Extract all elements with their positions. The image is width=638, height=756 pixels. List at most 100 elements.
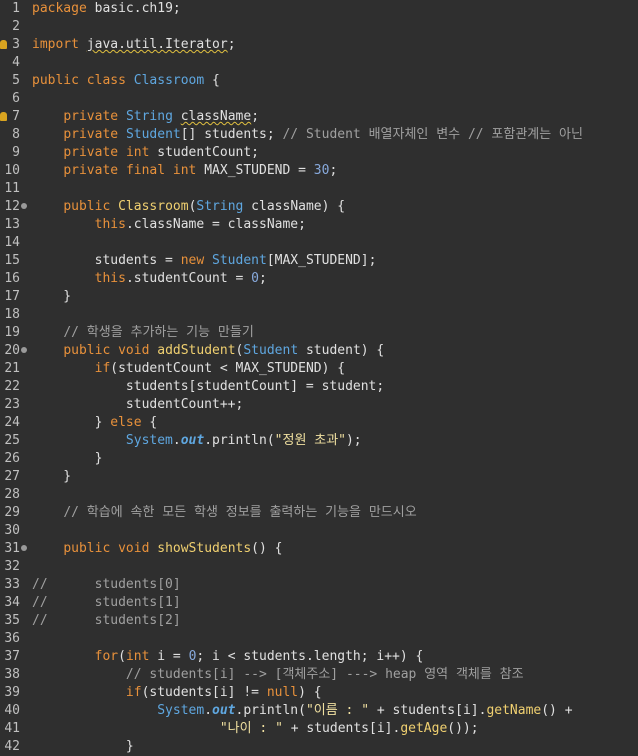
warning-icon[interactable]	[0, 112, 7, 121]
code-text[interactable]: // students[0]	[32, 576, 181, 594]
code-line[interactable]: 42 }	[0, 738, 638, 756]
line-number: 20	[4, 343, 20, 358]
fold-toggle-icon[interactable]	[21, 347, 27, 353]
code-text[interactable]: private Student[] students; // Student 배…	[32, 126, 583, 144]
code-editor[interactable]: 1 package basic.ch19; 2 3 import java.util.I…	[0, 0, 638, 755]
code-text[interactable]: "나이 : " + students[i].getAge());	[32, 720, 479, 738]
code-line[interactable]: 7 private String className;	[0, 108, 638, 126]
code-token: }	[32, 415, 111, 430]
code-line[interactable]: 12 public Classroom(String className) {	[0, 198, 638, 216]
code-line[interactable]: 1 package basic.ch19;	[0, 0, 638, 18]
code-line[interactable]: 38 // students[i] --> [객체주소] ---> heap 영…	[0, 666, 638, 684]
code-text[interactable]: public Classroom(String className) {	[32, 198, 345, 216]
code-token: null	[266, 685, 299, 700]
code-line[interactable]: 19 // 학생을 추가하는 기능 만들기	[0, 324, 638, 342]
code-token: students =	[32, 253, 181, 268]
code-text[interactable]: students[studentCount] = student;	[32, 378, 384, 396]
code-text[interactable]: studentCount++;	[32, 396, 243, 414]
code-text[interactable]: // students[1]	[32, 594, 181, 612]
code-text[interactable]: package basic.ch19;	[32, 0, 181, 18]
code-line[interactable]: 27 }	[0, 468, 638, 486]
code-token: Student	[212, 253, 267, 268]
code-line[interactable]: 32	[0, 558, 638, 576]
code-line[interactable]: 15 students = new Student[MAX_STUDEND];	[0, 252, 638, 270]
code-text[interactable]: }	[32, 288, 71, 306]
warning-icon[interactable]	[0, 40, 7, 49]
code-line[interactable]: 33 // students[0]	[0, 576, 638, 594]
code-text[interactable]: private String className;	[32, 108, 259, 126]
code-line[interactable]: 20 public void addStudent(Student studen…	[0, 342, 638, 360]
code-text[interactable]: public class Classroom {	[32, 72, 220, 90]
code-line[interactable]: 25 System.out.println("정원 초과");	[0, 432, 638, 450]
code-text[interactable]: // students[i] --> [객체주소] ---> heap 영역 객…	[32, 666, 524, 684]
code-line[interactable]: 5 public class Classroom {	[0, 72, 638, 90]
code-line[interactable]: 14	[0, 234, 638, 252]
code-text[interactable]: } else {	[32, 414, 158, 432]
code-line[interactable]: 3 import java.util.Iterator;	[0, 36, 638, 54]
code-line[interactable]: 10 private final int MAX_STUDEND = 30;	[0, 162, 638, 180]
code-token: .studentCount =	[125, 271, 252, 286]
code-line[interactable]: 13 this.className = className;	[0, 216, 638, 234]
code-line[interactable]: 26 }	[0, 450, 638, 468]
code-line[interactable]: 18	[0, 306, 638, 324]
code-text[interactable]: students = new Student[MAX_STUDEND];	[32, 252, 377, 270]
code-line[interactable]: 31 public void showStudents() {	[0, 540, 638, 558]
line-number: 42	[4, 739, 20, 754]
code-token: ());	[447, 721, 479, 736]
fold-toggle-icon[interactable]	[21, 203, 27, 209]
code-text[interactable]: System.out.println("이름 : " + students[i]…	[32, 702, 572, 720]
code-line[interactable]: 16 this.studentCount = 0;	[0, 270, 638, 288]
code-text[interactable]: // 학습에 속한 모든 학생 정보를 출력하는 기능을 만드시오	[32, 504, 416, 522]
code-line[interactable]: 28	[0, 486, 638, 504]
code-text[interactable]: this.className = className;	[32, 216, 306, 234]
code-line[interactable]: 6	[0, 90, 638, 108]
code-line[interactable]: 40 System.out.println("이름 : " + students…	[0, 702, 638, 720]
code-text[interactable]: for(int i = 0; i < students.length; i++)…	[32, 648, 424, 666]
code-text[interactable]: }	[32, 450, 103, 468]
code-line[interactable]: 11	[0, 180, 638, 198]
code-text[interactable]: private int studentCount;	[32, 144, 259, 162]
code-line[interactable]: 36	[0, 630, 638, 648]
code-token: for	[94, 649, 119, 664]
code-text[interactable]: // students[2]	[32, 612, 181, 630]
line-number: 22	[4, 379, 20, 394]
fold-toggle-icon[interactable]	[21, 545, 27, 551]
line-number: 30	[4, 523, 20, 538]
code-text[interactable]: // 학생을 추가하는 기능 만들기	[32, 324, 253, 342]
code-line[interactable]: 34 // students[1]	[0, 594, 638, 612]
line-number: 34	[4, 595, 20, 610]
code-line[interactable]: 23 studentCount++;	[0, 396, 638, 414]
code-line[interactable]: 2	[0, 18, 638, 36]
code-text[interactable]: System.out.println("정원 초과");	[32, 432, 362, 450]
code-line[interactable]: 17 }	[0, 288, 638, 306]
code-line[interactable]: 9 private int studentCount;	[0, 144, 638, 162]
code-text[interactable]: private final int MAX_STUDEND = 30;	[32, 162, 337, 180]
code-text[interactable]: if(studentCount < MAX_STUDEND) {	[32, 360, 345, 378]
code-token: .	[204, 703, 213, 718]
code-text[interactable]: import java.util.Iterator;	[32, 36, 236, 54]
code-line[interactable]: 41 "나이 : " + students[i].getAge());	[0, 720, 638, 738]
code-token: studentCount++;	[32, 397, 244, 412]
code-line[interactable]: 29 // 학습에 속한 모든 학생 정보를 출력하는 기능을 만드시오	[0, 504, 638, 522]
code-line[interactable]: 37 for(int i = 0; i < students.length; i…	[0, 648, 638, 666]
code-text[interactable]: if(students[i] != null) {	[32, 684, 322, 702]
code-line[interactable]: 35 // students[2]	[0, 612, 638, 630]
code-line[interactable]: 4	[0, 54, 638, 72]
code-text[interactable]: public void addStudent(Student student) …	[32, 342, 384, 360]
code-line[interactable]: 8 private Student[] students; // Student…	[0, 126, 638, 144]
code-line[interactable]: 21 if(studentCount < MAX_STUDEND) {	[0, 360, 638, 378]
code-text[interactable]: this.studentCount = 0;	[32, 270, 267, 288]
code-text[interactable]: public void showStudents() {	[32, 540, 282, 558]
code-line[interactable]: 30	[0, 522, 638, 540]
code-text[interactable]: }	[32, 468, 71, 486]
code-text[interactable]: }	[32, 738, 134, 756]
code-line[interactable]: 39 if(students[i] != null) {	[0, 684, 638, 702]
code-line[interactable]: 24 } else {	[0, 414, 638, 432]
line-number: 15	[4, 253, 20, 268]
code-line[interactable]: 22 students[studentCount] = student;	[0, 378, 638, 396]
